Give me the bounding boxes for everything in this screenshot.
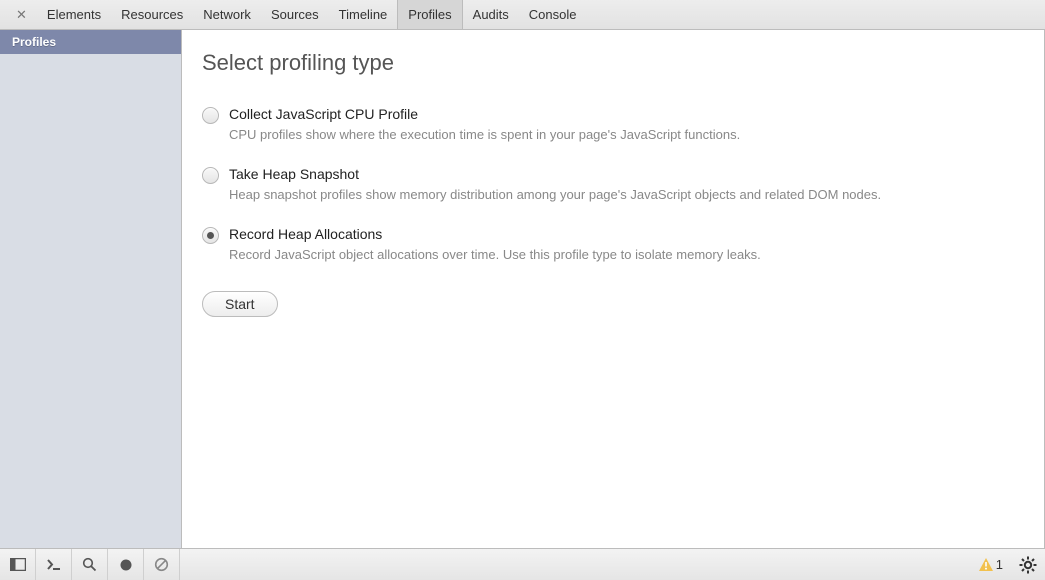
devtools-top-tabs: ✕ ElementsResourcesNetworkSourcesTimelin… <box>0 0 1045 30</box>
profiling-option: Take Heap Snapshot Heap snapshot profiles… <box>202 166 1019 204</box>
tab-network[interactable]: Network <box>193 0 261 29</box>
option-label[interactable]: Record Heap Allocations <box>229 226 1019 242</box>
tab-timeline[interactable]: Timeline <box>329 0 398 29</box>
console-toggle-icon[interactable] <box>36 549 72 580</box>
bottom-toolbar: 1 <box>0 548 1045 580</box>
search-icon[interactable] <box>72 549 108 580</box>
radio-button[interactable] <box>202 227 219 244</box>
start-button[interactable]: Start <box>202 291 278 317</box>
radio-button[interactable] <box>202 107 219 124</box>
option-description: CPU profiles show where the execution ti… <box>229 126 1019 144</box>
settings-gear-icon[interactable] <box>1011 556 1045 574</box>
tab-audits[interactable]: Audits <box>463 0 519 29</box>
option-description: Heap snapshot profiles show memory distr… <box>229 186 1019 204</box>
clear-icon[interactable] <box>144 549 180 580</box>
tab-elements[interactable]: Elements <box>37 0 111 29</box>
main-area: Profiles Select profiling type Collect J… <box>0 30 1045 548</box>
tab-console[interactable]: Console <box>519 0 587 29</box>
sidebar-title: Profiles <box>0 30 181 54</box>
dock-side-icon[interactable] <box>0 549 36 580</box>
radio-button[interactable] <box>202 167 219 184</box>
option-label[interactable]: Take Heap Snapshot <box>229 166 1019 182</box>
tab-resources[interactable]: Resources <box>111 0 193 29</box>
profiling-option: Record Heap Allocations Record JavaScript… <box>202 226 1019 264</box>
tab-profiles[interactable]: Profiles <box>397 0 462 29</box>
warnings-badge[interactable]: 1 <box>971 557 1011 572</box>
option-label[interactable]: Collect JavaScript CPU Profile <box>229 106 1019 122</box>
main-panel: Select profiling type Collect JavaScript… <box>182 30 1045 548</box>
tab-sources[interactable]: Sources <box>261 0 329 29</box>
sidebar: Profiles <box>0 30 182 548</box>
warning-triangle-icon <box>979 558 993 571</box>
profiling-option: Collect JavaScript CPU Profile CPU profil… <box>202 106 1019 144</box>
warnings-count: 1 <box>996 557 1003 572</box>
record-icon[interactable] <box>108 549 144 580</box>
page-title: Select profiling type <box>202 50 1019 76</box>
close-icon[interactable]: ✕ <box>6 7 37 23</box>
option-description: Record JavaScript object allocations ove… <box>229 246 1019 264</box>
